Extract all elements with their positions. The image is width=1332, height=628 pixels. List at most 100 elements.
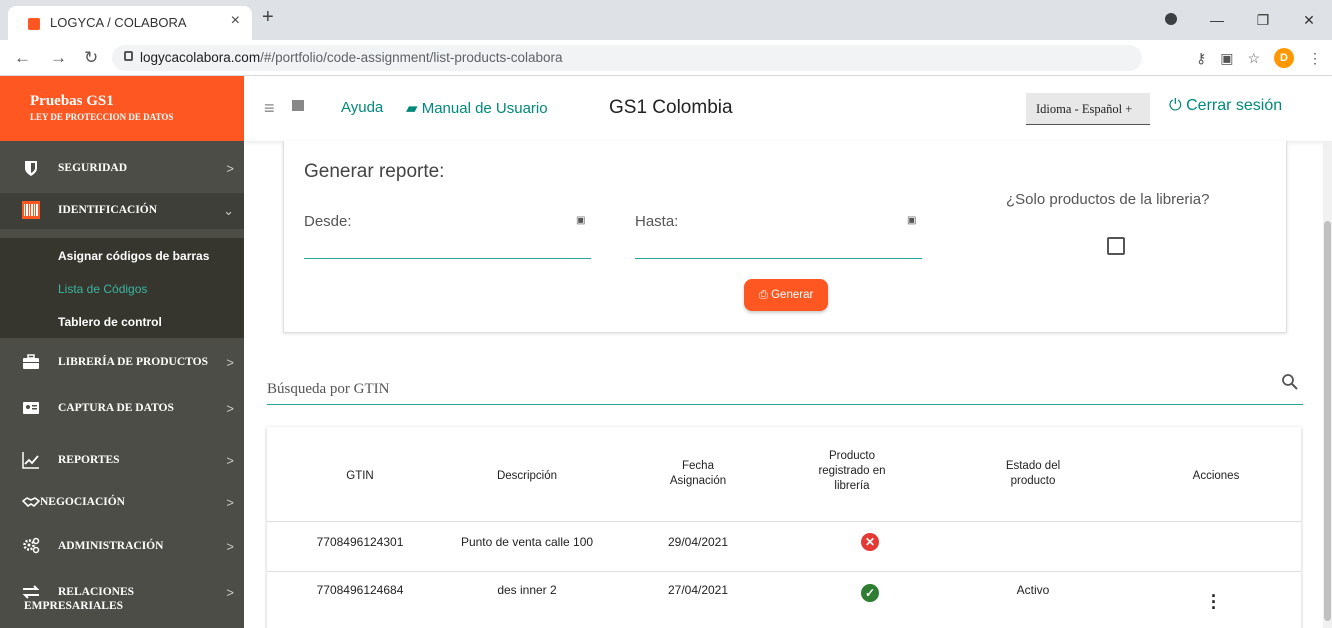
sidebar-item-label: LIBRERÍA DE PRODUCTOS: [58, 356, 208, 368]
row-divider: [267, 521, 1301, 522]
power-icon: ⏻: [1169, 97, 1187, 114]
close-tab-icon[interactable]: ×: [231, 12, 240, 30]
brand-subtitle: LEY DE PROTECCION DE DATOS: [30, 112, 174, 122]
cell-descripcion: Punto de venta calle 100: [460, 535, 594, 549]
hamburger-icon[interactable]: ≡: [264, 98, 275, 119]
language-select[interactable]: Idioma - Español +: [1026, 93, 1150, 125]
submenu-asignar-codigos[interactable]: Asignar códigos de barras: [58, 249, 209, 263]
chevron-right-icon: >: [226, 453, 234, 468]
col-prod-2: registrado en: [818, 465, 886, 477]
star-icon[interactable]: ☆: [1247, 50, 1260, 67]
flag-icon[interactable]: [292, 100, 304, 111]
cell-fecha: 29/04/2021: [667, 535, 729, 549]
row-divider: [267, 571, 1301, 572]
address-bar-row: ← → ↻ logycacolabora.com/#/portfolio/cod…: [0, 40, 1332, 76]
manual-link[interactable]: ▰ Manual de Usuario: [406, 99, 548, 117]
report-title: Generar reporte:: [304, 161, 445, 182]
cell-descripcion: des inner 2: [497, 583, 557, 597]
calendar-icon[interactable]: ▣: [576, 215, 585, 226]
sidebar-item-label: NEGOCIACIÓN: [40, 496, 125, 508]
maximize-icon[interactable]: ❐: [1240, 12, 1286, 29]
sidebar-item-negociacion[interactable]: NEGOCIACIÓN >: [0, 485, 244, 521]
cogs-icon: [23, 537, 40, 554]
sidebar-item-label: IDENTIFICACIÓN: [58, 204, 158, 216]
col-descripcion: Descripción: [496, 470, 558, 482]
col-fecha-2: Asignación: [669, 475, 727, 487]
cell-estado: Activo: [1016, 583, 1050, 597]
sidebar-item-label-2: EMPRESARIALES: [24, 600, 124, 612]
sidebar-item-label: RELACIONES: [58, 586, 135, 598]
sidebar-item-label: ADMINISTRACIÓN: [58, 540, 164, 552]
chevron-right-icon: >: [226, 539, 234, 554]
id-card-icon: [23, 402, 39, 414]
submenu-lista-codigos[interactable]: Lista de Códigos: [58, 282, 147, 296]
generate-button[interactable]: ⎙ Generar: [744, 279, 828, 311]
url-host: logycacolabora.com: [140, 50, 261, 65]
col-producto-registrado: Producto registrado en librería: [807, 449, 897, 494]
menu-dots-icon[interactable]: ⋮: [1308, 50, 1322, 67]
col-estado-2: producto: [1010, 475, 1056, 487]
col-prod-3: librería: [834, 480, 870, 492]
sidebar-item-relaciones[interactable]: RELACIONES EMPRESARIALES >: [0, 575, 244, 619]
ayuda-link[interactable]: Ayuda: [341, 99, 383, 116]
cell-fecha: 27/04/2021: [667, 583, 729, 597]
search-input[interactable]: Búsqueda por GTIN: [267, 381, 389, 398]
exchange-icon: [22, 585, 40, 599]
solo-productos-checkbox[interactable]: [1107, 237, 1125, 255]
products-table: GTIN Descripción Fecha Asignación Produc…: [267, 427, 1301, 628]
barcode-icon: [22, 201, 40, 219]
col-gtin: GTIN: [346, 470, 374, 482]
desde-label: Desde:: [304, 213, 352, 230]
chevron-right-icon: >: [226, 355, 234, 370]
sidebar-item-identificacion[interactable]: IDENTIFICACIÓN ⌄: [0, 193, 244, 229]
manual-label: Manual de Usuario: [421, 100, 548, 117]
briefcase-icon: [23, 354, 39, 369]
back-icon[interactable]: ←: [14, 48, 31, 68]
extension-icon[interactable]: [1148, 12, 1194, 28]
brand-title: Pruebas GS1: [30, 93, 114, 109]
sidebar-item-administracion[interactable]: ADMINISTRACIÓN >: [0, 529, 244, 565]
forward-icon[interactable]: →: [50, 48, 67, 68]
favicon-icon: [28, 18, 40, 30]
lock-icon: [124, 51, 133, 61]
sidebar-item-seguridad[interactable]: SEGURIDAD >: [0, 151, 244, 187]
chevron-right-icon: >: [226, 495, 234, 510]
hasta-label: Hasta:: [635, 213, 679, 230]
url-input[interactable]: logycacolabora.com/#/portfolio/code-assi…: [112, 45, 1142, 71]
report-card: Generar reporte: Desde: ▣ Hasta: ▣ ¿Solo…: [283, 141, 1287, 333]
page-scrollbar[interactable]: [1323, 141, 1332, 628]
tab-title: LOGYCA / COLABORA: [50, 15, 187, 30]
row-actions-icon[interactable]: · · ·: [1211, 587, 1217, 617]
translate-icon[interactable]: ▣: [1220, 50, 1233, 67]
key-icon[interactable]: ⚷: [1196, 50, 1206, 67]
logout-button[interactable]: ⏻ Cerrar sesión: [1169, 97, 1282, 115]
sidebar-item-libreria[interactable]: LIBRERÍA DE PRODUCTOS >: [0, 345, 244, 381]
col-fecha: Fecha Asignación: [653, 459, 743, 489]
calendar-icon[interactable]: ▣: [907, 215, 916, 226]
shield-icon: [25, 161, 37, 176]
submenu-tablero-control[interactable]: Tablero de control: [58, 315, 162, 329]
sidebar-item-reportes[interactable]: REPORTES >: [0, 443, 244, 479]
minimize-icon[interactable]: —: [1194, 12, 1240, 28]
brand-block: Pruebas GS1 LEY DE PROTECCION DE DATOS: [0, 76, 244, 141]
col-acciones: Acciones: [1192, 470, 1240, 482]
col-fecha-1: Fecha: [682, 460, 714, 472]
window-controls: — ❐ ✕: [1148, 0, 1332, 40]
scrollbar-thumb[interactable]: [1324, 221, 1331, 621]
search-icon[interactable]: [1281, 373, 1299, 391]
print-icon: ⎙: [758, 289, 772, 301]
profile-avatar[interactable]: D: [1274, 48, 1294, 68]
browser-tab[interactable]: LOGYCA / COLABORA ×: [8, 6, 252, 40]
new-tab-icon[interactable]: +: [262, 6, 274, 29]
not-registered-icon: ✕: [861, 533, 879, 551]
sidebar-item-label: REPORTES: [58, 454, 120, 466]
browser-tabbar: LOGYCA / COLABORA × + — ❐ ✕: [0, 0, 1332, 40]
reload-icon[interactable]: ↻: [84, 48, 98, 68]
solo-productos-label: ¿Solo productos de la libreria?: [1006, 191, 1210, 208]
sidebar-item-captura[interactable]: CAPTURA DE DATOS >: [0, 391, 244, 427]
close-window-icon[interactable]: ✕: [1286, 12, 1332, 29]
top-header: ≡ Ayuda ▰ Manual de Usuario GS1 Colombia…: [244, 76, 1332, 141]
hasta-input[interactable]: [635, 258, 922, 259]
desde-input[interactable]: [304, 258, 591, 259]
url-path: /#/portfolio/code-assignment/list-produc…: [260, 50, 563, 65]
